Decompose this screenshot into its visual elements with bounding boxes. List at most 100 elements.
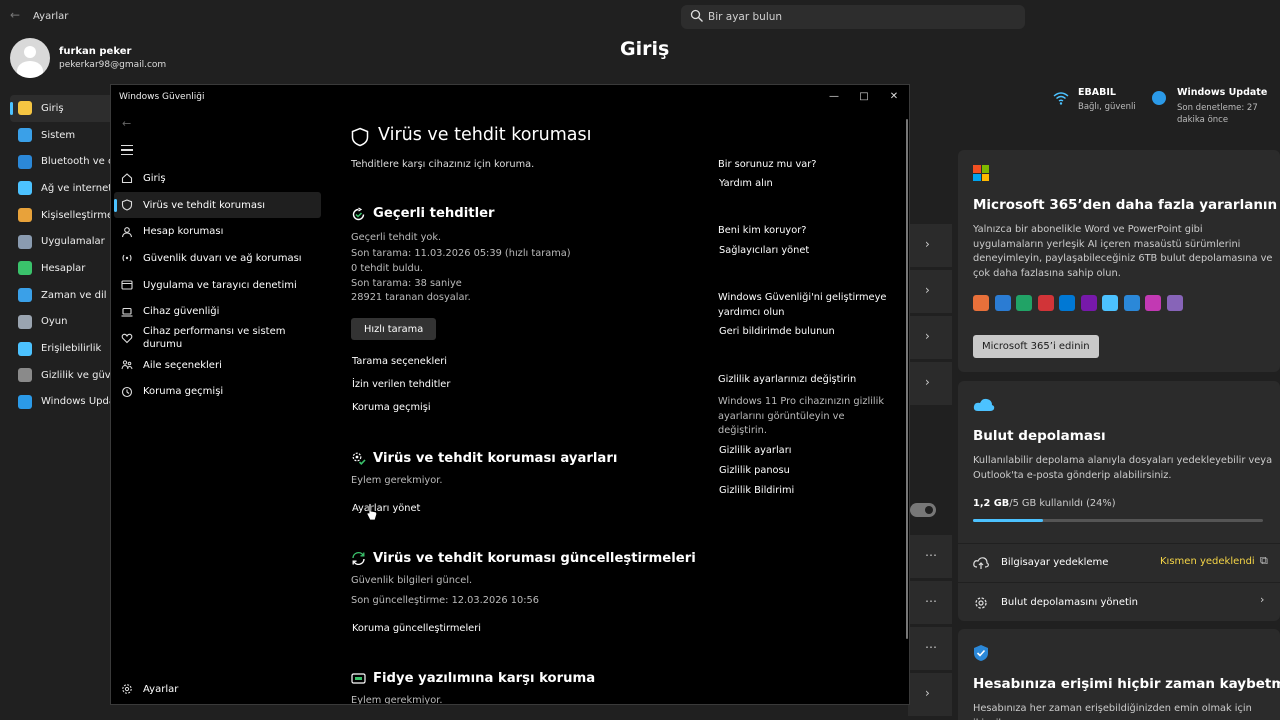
back-arrow-icon[interactable]: ← (10, 8, 20, 22)
security-nav-item[interactable]: Koruma geçmişi (114, 379, 321, 406)
settings-nav-item[interactable]: Zaman ve dil (10, 282, 120, 309)
settings-nav-item[interactable]: Sistem (10, 122, 120, 149)
wifi-icon (18, 181, 32, 196)
chevron-right-icon[interactable]: › (1260, 593, 1264, 606)
mouse-cursor-icon (366, 503, 378, 521)
user-avatar[interactable] (10, 38, 50, 78)
security-nav-label: Giriş (143, 172, 166, 184)
office-app-icon (1037, 295, 1054, 311)
bg-card-row[interactable]: ⋯ (908, 581, 952, 625)
manage-settings-link[interactable]: Ayarları yönet (352, 503, 420, 514)
settings-nav-item[interactable]: Windows Update (10, 389, 120, 416)
maximize-icon[interactable]: □ (849, 85, 879, 107)
cloud-storage-title: Bulut depolaması (973, 428, 1106, 444)
scrollbar[interactable] (906, 119, 908, 639)
manage-cloud-storage-label[interactable]: Bulut depolamasını yönetin (1001, 597, 1138, 608)
windows-update-title[interactable]: Windows Update (1177, 87, 1267, 98)
settings-nav-item[interactable]: Giriş (10, 95, 120, 122)
scan-options-link[interactable]: Tarama seçenekleri (352, 356, 447, 367)
security-nav-label: Cihaz güvenliği (143, 306, 220, 318)
chevron-right-icon: › (925, 686, 930, 700)
wifi-network-name[interactable]: EBABIL (1078, 87, 1116, 98)
user-email: pekerkar98@gmail.com (59, 60, 167, 70)
apps-icon (18, 234, 32, 249)
protection-updates-link[interactable]: Koruma güncelleştirmeleri (352, 623, 481, 634)
page-title: Virüs ve tehdit koruması (378, 125, 592, 145)
settings-nav-label: Erişilebilirlik (41, 343, 102, 355)
browser-icon (121, 280, 133, 290)
toggle-switch[interactable] (910, 503, 936, 517)
windows-update-status: Son denetleme: 27 dakika önce (1177, 103, 1258, 125)
quick-scan-button[interactable]: Hızlı tarama (351, 318, 437, 340)
bg-card-row[interactable]: › (908, 316, 952, 360)
pc-backup-label[interactable]: Bilgisayar yedekleme (1001, 557, 1108, 568)
windows-security-window: Windows Güvenliği — □ ✕ ← Giriş Virüs ve … (110, 84, 910, 705)
security-nav-item[interactable]: Virüs ve tehdit koruması (114, 191, 321, 219)
office-app-icon (1059, 295, 1075, 311)
security-nav-item[interactable]: Hesap koruması (114, 218, 321, 245)
give-feedback-link[interactable]: Geri bildirimde bulunun (719, 326, 835, 337)
get-help-link[interactable]: Yardım alın (719, 178, 773, 189)
ms365-card: Microsoft 365’den daha fazla yararlanın … (958, 150, 1280, 372)
security-nav-item[interactable]: Cihaz performansı ve sistem durumu (114, 325, 321, 352)
chevron-right-icon: › (925, 237, 930, 251)
bluetooth-icon (18, 154, 32, 169)
globe-clock-icon (18, 288, 32, 303)
protection-history-link[interactable]: Koruma geçmişi (352, 402, 431, 413)
settings-nav-item[interactable]: Uygulamalar (10, 228, 120, 255)
security-nav-item[interactable]: Aile seçenekleri (114, 352, 321, 379)
security-settings-link[interactable]: Ayarlar (121, 683, 178, 695)
settings-nav-item[interactable]: Ağ ve internet (10, 175, 120, 202)
back-arrow-icon[interactable]: ← (122, 117, 131, 130)
bg-card-row[interactable]: › (908, 224, 952, 268)
cloud-storage-text: Kullanılabilir depolama alanıyla dosyala… (973, 455, 1273, 481)
storage-used-amount: 1,2 GB (973, 498, 1010, 509)
manage-providers-link[interactable]: Sağlayıcıları yönet (719, 245, 809, 256)
account-card-title: Hesabınıza erişimi hiçbir zaman kaybetme… (973, 676, 1280, 692)
settings-titlebar: ← Ayarlar (0, 0, 1280, 34)
settings-nav-item[interactable]: Hesaplar (10, 255, 120, 282)
settings-nav-item[interactable]: Kişiselleştirme (10, 202, 120, 229)
monitor-icon (18, 128, 32, 143)
bg-card-row[interactable]: › (908, 270, 952, 314)
settings-nav-item[interactable]: Bluetooth ve cihazlar (10, 148, 120, 175)
settings-nav-label: Bluetooth ve cihazlar (41, 156, 120, 168)
office-app-icon (973, 295, 989, 311)
security-nav-label: Cihaz performansı ve sistem durumu (143, 326, 286, 351)
close-icon[interactable]: ✕ (879, 85, 909, 107)
settings-nav-label: Gizlilik ve güvenlik (41, 369, 120, 381)
privacy-title: Gizlilik ayarlarınızı değiştirin (718, 374, 857, 385)
cloud-upload-icon (973, 557, 989, 569)
settings-search-box[interactable] (681, 5, 1025, 29)
bg-card-row[interactable]: ⋯ (908, 535, 952, 579)
security-nav-item[interactable]: Cihaz güvenliği (114, 298, 321, 325)
privacy-dashboard-link[interactable]: Gizlilik panosu (719, 465, 790, 476)
security-nav-label: Güvenlik duvarı ve ağ koruması (143, 252, 302, 264)
privacy-settings-link[interactable]: Gizlilik ayarları (719, 445, 791, 456)
minimize-icon[interactable]: — (819, 85, 849, 107)
improve-security-title: Windows Güvenliği'ni geliştirmeye yardım… (718, 292, 887, 318)
ransomware-status: Eylem gerekmiyor. (351, 695, 443, 705)
account-recovery-card: Hesabınıza erişimi hiçbir zaman kaybetme… (958, 629, 1280, 720)
settings-nav-item[interactable]: Erişilebilirlik (10, 335, 120, 362)
security-nav-item[interactable]: Giriş (114, 165, 321, 192)
allowed-threats-link[interactable]: İzin verilen tehditler (352, 379, 450, 390)
threat-status-line: Geçerli tehdit yok. (351, 232, 442, 243)
history-icon (121, 386, 133, 397)
security-nav-item[interactable]: Güvenlik duvarı ve ağ koruması (114, 245, 321, 272)
protection-settings-title: Virüs ve tehdit koruması ayarları (373, 451, 618, 466)
last-scan-line: Son tarama: 11.03.2026 05:39 (hızlı tara… (351, 248, 571, 259)
storage-progress-fill (973, 519, 1043, 522)
bg-card-row[interactable]: ⋯ (908, 627, 952, 671)
office-app-icon (1145, 295, 1161, 311)
get-ms365-button[interactable]: Microsoft 365’i edinin (973, 335, 1099, 358)
settings-search-input[interactable] (708, 8, 1008, 26)
privacy-statement-link[interactable]: Gizlilik Bildirimi (719, 485, 794, 496)
settings-nav-item[interactable]: Oyun (10, 309, 120, 336)
settings-nav-item[interactable]: Gizlilik ve güvenlik (10, 362, 120, 389)
external-link-icon[interactable]: ⧉ (1260, 554, 1268, 568)
security-nav-item[interactable]: Uygulama ve tarayıcı denetimi (114, 272, 321, 299)
bg-card-row[interactable]: › (908, 673, 952, 717)
bg-card-row[interactable]: › (908, 362, 952, 406)
hamburger-menu-icon[interactable] (121, 145, 133, 155)
